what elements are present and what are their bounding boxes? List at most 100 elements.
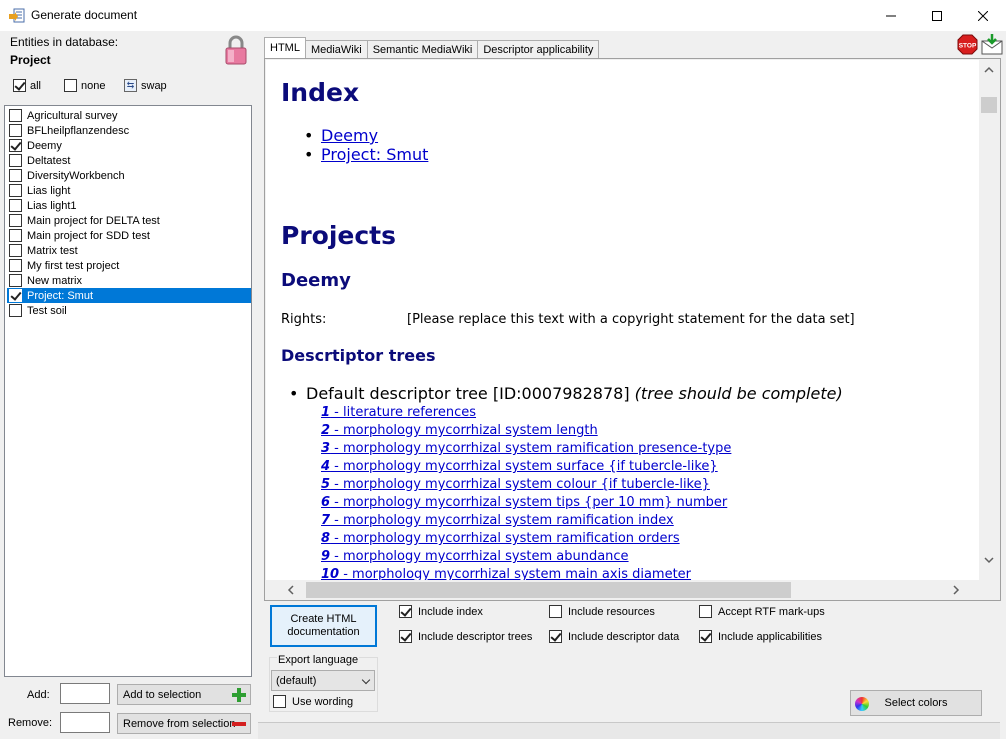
project-list-item[interactable]: Lias light <box>7 183 251 198</box>
project-list-item[interactable]: Deemy <box>7 138 251 153</box>
descriptor-number: 8 <box>321 531 331 546</box>
select-all-label: all <box>30 79 42 92</box>
project-list-item[interactable]: DiversityWorkbench <box>7 168 251 183</box>
include-index-checkbox[interactable] <box>399 605 412 618</box>
project-list-item[interactable]: Lias light1 <box>7 198 251 213</box>
project-label: Main project for DELTA test <box>27 214 160 227</box>
descriptor-text: - morphology mycorrhizal system abundanc… <box>330 549 629 564</box>
stop-icon[interactable]: STOP <box>957 34 978 55</box>
index-link-deemy[interactable]: Deemy <box>304 126 378 145</box>
project-checkbox[interactable] <box>9 109 22 122</box>
accept-rtf-option[interactable]: Accept RTF mark-ups <box>699 605 825 618</box>
add-input[interactable] <box>60 683 110 704</box>
descriptor-link[interactable]: 1 - literature references <box>321 405 476 420</box>
project-checkbox[interactable] <box>9 124 22 137</box>
vertical-scrollbar[interactable] <box>979 60 999 580</box>
include-resources-checkbox[interactable] <box>549 605 562 618</box>
project-checkbox[interactable] <box>9 184 22 197</box>
maximize-button[interactable] <box>914 0 960 31</box>
lock-icon[interactable] <box>224 34 248 66</box>
include-data-checkbox[interactable] <box>549 630 562 643</box>
horizontal-scroll-thumb[interactable] <box>306 582 791 598</box>
accept-rtf-label: Accept RTF mark-ups <box>718 605 825 618</box>
select-all-checkbox[interactable] <box>13 79 26 92</box>
project-label: Main project for SDD test <box>27 229 150 242</box>
descriptor-link[interactable]: 4 - morphology mycorrhizal system surfac… <box>321 459 718 474</box>
use-wording-checkbox[interactable] <box>273 695 286 708</box>
descriptor-link[interactable]: 6 - morphology mycorrhizal system tips {… <box>321 495 727 510</box>
project-list-item[interactable]: Matrix test <box>7 243 251 258</box>
include-data-option[interactable]: Include descriptor data <box>549 630 679 643</box>
project-list-item[interactable]: Agricultural survey <box>7 108 251 123</box>
include-trees-checkbox[interactable] <box>399 630 412 643</box>
descriptor-link[interactable]: 10 - morphology mycorrhizal system main … <box>321 567 691 580</box>
project-list-item[interactable]: Main project for DELTA test <box>7 213 251 228</box>
tab-mediawiki[interactable]: MediaWiki <box>304 40 368 58</box>
descriptor-link[interactable]: 9 - morphology mycorrhizal system abunda… <box>321 549 629 564</box>
select-none-checkbox[interactable] <box>64 79 77 92</box>
include-index-option[interactable]: Include index <box>399 605 483 618</box>
select-all-option[interactable]: all <box>13 79 41 92</box>
add-to-selection-button[interactable]: Add to selection <box>117 684 251 705</box>
project-checkbox[interactable] <box>9 259 22 272</box>
select-none-option[interactable]: none <box>64 79 105 92</box>
scroll-up-icon[interactable] <box>984 66 994 74</box>
create-html-button[interactable]: Create HTML documentation <box>270 605 377 647</box>
remove-from-selection-button[interactable]: Remove from selection <box>117 713 251 734</box>
include-trees-label: Include descriptor trees <box>418 630 533 643</box>
project-list[interactable]: Agricultural survey BFLheilpflanzendesc De… <box>4 105 252 677</box>
tab-html[interactable]: HTML <box>264 37 306 58</box>
minimize-button[interactable] <box>868 0 914 31</box>
descriptor-link[interactable]: 8 - morphology mycorrhizal system ramifi… <box>321 531 680 546</box>
vertical-scroll-thumb[interactable] <box>981 97 997 113</box>
descriptor-link[interactable]: 7 - morphology mycorrhizal system ramifi… <box>321 513 674 528</box>
project-checkbox[interactable] <box>9 169 22 182</box>
scroll-right-icon[interactable] <box>952 585 960 595</box>
use-wording-option[interactable]: Use wording <box>273 695 353 708</box>
tab-descriptor-applicability[interactable]: Descriptor applicability <box>477 40 600 58</box>
index-link-project-smut[interactable]: Project: Smut <box>304 145 428 164</box>
project-checkbox[interactable] <box>9 229 22 242</box>
add-label: Add: <box>27 689 50 701</box>
project-checkbox[interactable] <box>9 199 22 212</box>
project-list-item[interactable]: BFLheilpflanzendesc <box>7 123 251 138</box>
descriptor-link[interactable]: 2 - morphology mycorrhizal system length <box>321 423 598 438</box>
project-checkbox[interactable] <box>9 304 22 317</box>
include-trees-option[interactable]: Include descriptor trees <box>399 630 532 643</box>
close-button[interactable] <box>960 0 1006 31</box>
project-checkbox[interactable] <box>9 154 22 167</box>
select-colors-button[interactable]: Select colors <box>850 690 982 716</box>
project-checkbox[interactable] <box>9 139 22 152</box>
project-list-item[interactable]: Deltatest <box>7 153 251 168</box>
descriptor-text: - morphology mycorrhizal system ramifica… <box>330 531 680 546</box>
project-checkbox[interactable] <box>9 214 22 227</box>
descriptor-link[interactable]: 5 - morphology mycorrhizal system colour… <box>321 477 710 492</box>
app-icon <box>9 8 25 23</box>
project-list-item[interactable]: Test soil <box>7 303 251 318</box>
project-list-item[interactable]: Main project for SDD test <box>7 228 251 243</box>
project-list-item[interactable]: Project: Smut <box>7 288 251 303</box>
descriptor-link[interactable]: 3 - morphology mycorrhizal system ramifi… <box>321 441 731 456</box>
project-list-item[interactable]: New matrix <box>7 273 251 288</box>
tab-semantic-mediawiki[interactable]: Semantic MediaWiki <box>366 40 479 58</box>
add-to-selection-label: Add to selection <box>123 688 202 701</box>
project-checkbox[interactable] <box>9 289 22 302</box>
project-checkbox[interactable] <box>9 274 22 287</box>
include-resources-option[interactable]: Include resources <box>549 605 655 618</box>
export-language-select[interactable]: (default) <box>271 670 375 691</box>
project-list-item[interactable]: My first test project <box>7 258 251 273</box>
horizontal-scrollbar[interactable] <box>266 580 979 600</box>
include-applicabilities-checkbox[interactable] <box>699 630 712 643</box>
scroll-down-icon[interactable] <box>984 556 994 564</box>
select-swap-option[interactable]: ⇆ swap <box>124 79 167 92</box>
project-checkbox[interactable] <box>9 244 22 257</box>
scroll-left-icon[interactable] <box>287 585 295 595</box>
include-data-label: Include descriptor data <box>568 630 680 643</box>
project-label: Lias light1 <box>27 199 77 212</box>
export-icon[interactable] <box>981 33 1003 55</box>
include-applicabilities-option[interactable]: Include applicabilities <box>699 630 822 643</box>
swap-icon[interactable]: ⇆ <box>124 79 137 92</box>
remove-input[interactable] <box>60 712 110 733</box>
accept-rtf-checkbox[interactable] <box>699 605 712 618</box>
document-view[interactable]: Index Deemy Project: Smut Projects Deemy… <box>266 60 979 580</box>
